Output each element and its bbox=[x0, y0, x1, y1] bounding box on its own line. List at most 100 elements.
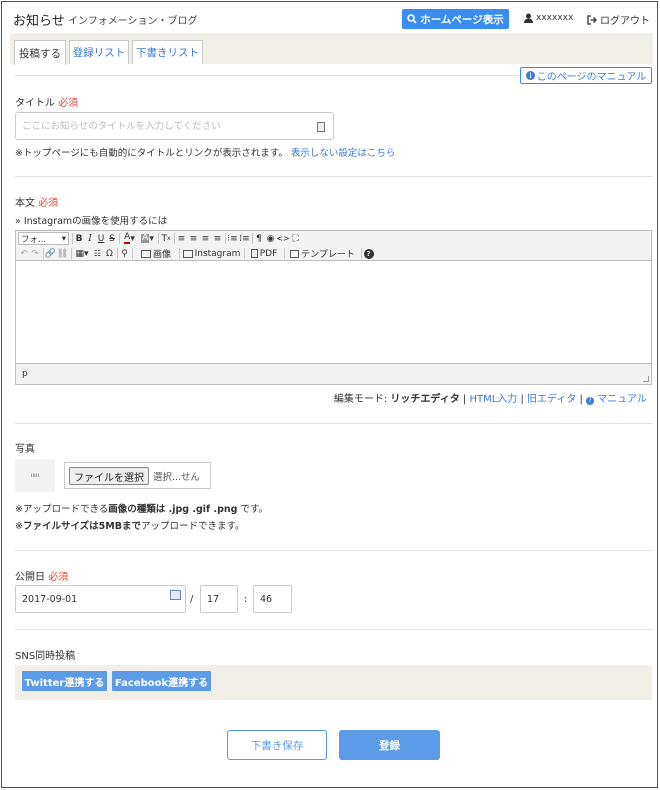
toolbar-separator bbox=[225, 233, 226, 244]
choose-file-button[interactable]: ファイルを選択 bbox=[69, 467, 149, 485]
title-input-box bbox=[15, 112, 334, 140]
clipboard-icon[interactable] bbox=[317, 122, 325, 132]
facebook-connect-button[interactable]: Facebook連携する bbox=[112, 671, 211, 691]
bg-color-icon[interactable]: A ▾ bbox=[139, 232, 156, 245]
instagram-help-link[interactable]: » Instagramの画像を使用するには bbox=[15, 213, 167, 227]
align-left-icon[interactable]: ≡ bbox=[176, 232, 187, 245]
editor-manual-label: マニュアル bbox=[597, 394, 647, 405]
title-input[interactable] bbox=[16, 113, 306, 139]
toolbar-separator bbox=[132, 248, 133, 259]
tab-bar: 投稿する 登録リスト 下書きリスト bbox=[10, 33, 653, 65]
toolbar-separator bbox=[71, 248, 72, 259]
divider bbox=[15, 176, 653, 177]
italic-icon[interactable]: I bbox=[85, 232, 95, 245]
tab-draft-list[interactable]: 下書きリスト bbox=[132, 40, 203, 64]
edit-mode-rich[interactable]: リッチエディタ bbox=[390, 394, 459, 405]
save-draft-button[interactable]: 下書き保存 bbox=[227, 730, 327, 760]
align-right-icon[interactable]: ≡ bbox=[200, 232, 211, 245]
date-value: 2017-09-01 bbox=[22, 594, 78, 605]
editor-toolbar-row-2: ↶ ↷ 🔗 ⛓ ▦▾ ☷ Ω ⚲ 画像 Instagram PDF テンプレート… bbox=[16, 246, 651, 261]
hide-settings-link[interactable]: 表示しない設定はこちら bbox=[291, 148, 396, 159]
instagram-button[interactable]: Instagram bbox=[181, 247, 242, 260]
numbered-list-icon[interactable]: ⁞≡ bbox=[239, 232, 250, 245]
user-info[interactable]: xxxxxxx bbox=[524, 13, 573, 23]
help-icon[interactable]: ? bbox=[363, 247, 374, 260]
logout-link[interactable]: ログアウト bbox=[587, 12, 650, 27]
image-icon bbox=[140, 249, 151, 258]
tab-registered-list[interactable]: 登録リスト bbox=[69, 40, 129, 64]
body-label-row: 本文 必須 bbox=[15, 194, 58, 209]
edit-mode-old[interactable]: 旧エディタ bbox=[527, 394, 576, 405]
calendar-icon[interactable] bbox=[170, 590, 181, 600]
title-label-row: タイトル 必須 bbox=[15, 94, 78, 109]
file-picker: ファイルを選択 選択...せん bbox=[64, 462, 211, 489]
hr-icon[interactable]: ☷ bbox=[92, 247, 103, 260]
minute-input[interactable]: 46 bbox=[253, 585, 292, 613]
element-path[interactable]: p bbox=[22, 369, 28, 379]
template-icon bbox=[290, 249, 300, 258]
maximize-icon[interactable]: ⛶ bbox=[290, 232, 301, 245]
underline-icon[interactable]: U bbox=[96, 232, 106, 245]
separator: | bbox=[520, 394, 524, 405]
special-char-icon[interactable]: Ω bbox=[104, 247, 115, 260]
link-icon[interactable]: 🔗 bbox=[45, 247, 56, 260]
thumbnail-text: ııııı bbox=[30, 472, 40, 479]
editor-content-area[interactable] bbox=[16, 262, 651, 363]
minute-value: 46 bbox=[260, 594, 273, 605]
undo-icon[interactable]: ↶ bbox=[19, 247, 29, 260]
page-subtitle: インフォメーション・ブログ bbox=[68, 16, 198, 27]
pdf-button[interactable]: PDF bbox=[246, 247, 282, 260]
paragraph-icon[interactable]: ¶ bbox=[254, 232, 264, 245]
redo-icon[interactable]: ↷ bbox=[30, 247, 40, 260]
toolbar-separator bbox=[72, 233, 73, 244]
table-icon[interactable]: ▦▾ bbox=[73, 247, 91, 260]
align-justify-icon[interactable]: ≡ bbox=[212, 232, 223, 245]
edit-mode-html[interactable]: HTML入力 bbox=[469, 394, 517, 405]
publish-date-label: 公開日 bbox=[15, 572, 45, 583]
submit-button[interactable]: 登録 bbox=[339, 730, 440, 760]
source-code-icon[interactable]: <> bbox=[276, 232, 289, 245]
strikethrough-icon[interactable]: S bbox=[107, 232, 117, 245]
note-text: です。 bbox=[237, 504, 269, 515]
file-status-text: 選択...せん bbox=[153, 472, 201, 483]
format-select-label: フォ... bbox=[21, 234, 47, 245]
title-required-badge: 必須 bbox=[58, 98, 79, 109]
sns-label: SNS同時投稿 bbox=[15, 651, 76, 662]
find-icon[interactable]: ⚲ bbox=[119, 247, 130, 260]
toolbar-separator bbox=[244, 248, 245, 259]
body-required-badge: 必須 bbox=[38, 198, 59, 209]
preview-icon[interactable]: ◉ bbox=[265, 232, 276, 245]
hour-input[interactable]: 17 bbox=[200, 585, 238, 613]
date-input[interactable]: 2017-09-01 bbox=[15, 585, 186, 613]
editor-manual-link[interactable]: ? マニュアル bbox=[586, 394, 647, 405]
toolbar-separator bbox=[361, 248, 362, 259]
note-text: ※ bbox=[15, 521, 23, 532]
unlink-icon[interactable]: ⛓ bbox=[57, 247, 68, 260]
divider bbox=[15, 629, 653, 630]
body-label: 本文 bbox=[15, 198, 35, 209]
question-icon: ? bbox=[586, 397, 595, 405]
align-center-icon[interactable]: ≡ bbox=[188, 232, 199, 245]
text-color-icon[interactable]: A ▾ bbox=[121, 232, 138, 245]
page-frame: お知らせ インフォメーション・ブログ ホームページ表示 xxxxxxx ログアウ… bbox=[1, 1, 658, 788]
image-button[interactable]: 画像 bbox=[134, 247, 178, 260]
edit-mode-label: 編集モード: bbox=[333, 394, 388, 405]
page-manual-button[interactable]: このページのマニュアル bbox=[520, 67, 652, 84]
resize-handle[interactable] bbox=[643, 376, 649, 382]
tab-post[interactable]: 投稿する bbox=[14, 40, 66, 65]
bold-icon[interactable]: B bbox=[74, 232, 84, 245]
clear-format-icon[interactable]: Tx bbox=[160, 232, 172, 245]
chevron-down-icon: ▾ bbox=[61, 233, 66, 244]
format-select[interactable]: フォ... ▾ bbox=[18, 232, 69, 245]
separator: | bbox=[579, 394, 583, 405]
photo-label: 写真 bbox=[15, 444, 35, 455]
bulleted-list-icon[interactable]: ⁝≡ bbox=[227, 232, 238, 245]
homepage-button[interactable]: ホームページ表示 bbox=[402, 9, 509, 29]
editor-status-bar: p bbox=[16, 363, 651, 384]
instagram-icon bbox=[182, 249, 193, 258]
template-button[interactable]: テンプレート bbox=[286, 247, 359, 260]
toolbar-separator bbox=[119, 233, 120, 244]
twitter-connect-button[interactable]: Twitter連携する bbox=[22, 671, 107, 691]
pdf-button-label: PDF bbox=[259, 248, 278, 259]
instagram-button-label: Instagram bbox=[194, 248, 241, 259]
